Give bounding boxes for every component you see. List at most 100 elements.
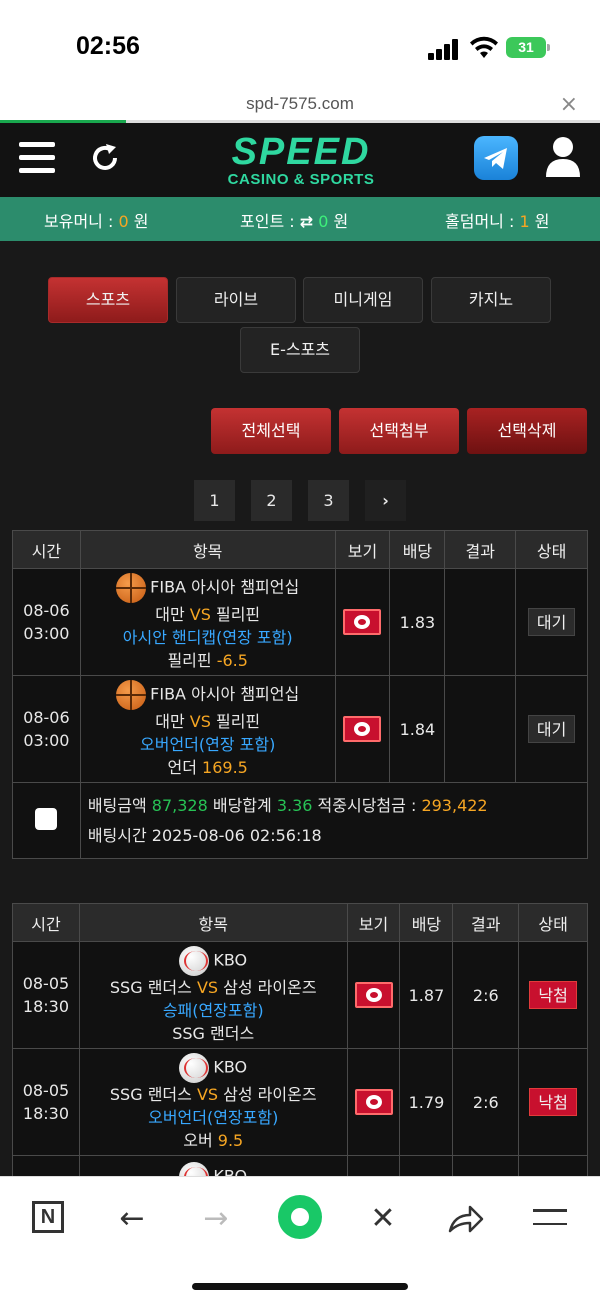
basketball-icon — [116, 679, 147, 710]
bet-summary: 배팅금액 87,328 배당합계 3.36 적중시당첨금 : 293,422 배… — [79, 782, 589, 859]
home-team: SSG 랜더스 — [109, 977, 192, 997]
vs-label: VS — [196, 977, 219, 997]
teams-line: 대만 VS 필리핀 — [81, 710, 335, 733]
summary-row: 배팅금액 87,328 배당합계 3.36 적중시당첨금 : 293,422 배… — [12, 782, 589, 859]
holdem-label: 홀덤머니 : — [445, 212, 520, 231]
odds-value: 1.79 — [399, 1048, 454, 1156]
battery-icon: 31 — [506, 37, 550, 58]
tab-esports[interactable]: E-스포츠 — [240, 327, 360, 373]
url-text[interactable]: spd-7575.com — [0, 94, 600, 114]
view-cell — [334, 568, 391, 676]
share-icon[interactable] — [448, 1203, 484, 1235]
telegram-icon[interactable] — [474, 136, 518, 180]
eye-icon[interactable] — [354, 982, 393, 1008]
match-time: 08-06 03:00 — [12, 568, 81, 676]
match-time: 08-05 18:30 — [12, 941, 80, 1049]
page-3-button[interactable]: 3 — [308, 480, 349, 521]
league-line: FIBA 아시아 챔피언십 — [81, 679, 335, 710]
bet-amount: 87,328 — [151, 796, 208, 815]
pick-name: SSG 랜더스 — [172, 1023, 255, 1043]
select-checkbox[interactable] — [35, 807, 58, 830]
tab-minigame[interactable]: 미니게임 — [303, 277, 423, 323]
tab-sports[interactable]: 스포츠 — [48, 277, 168, 323]
match-date: 08-05 — [22, 974, 70, 993]
home-indicator — [192, 1283, 408, 1290]
col-item: 항목 — [79, 530, 336, 569]
league-line: KBO — [80, 1052, 347, 1083]
forward-arrow-icon[interactable]: → — [196, 1199, 236, 1239]
eye-icon[interactable] — [343, 609, 382, 635]
point-unit: 원 — [328, 212, 349, 231]
away-team: 필리핀 — [215, 604, 261, 624]
amount-label: 배팅금액 — [87, 796, 152, 815]
league-name: FIBA 아시아 챔피언십 — [150, 577, 300, 596]
logo-main-text: SPEED — [231, 131, 371, 173]
select-delete-button[interactable]: 선택삭제 — [467, 408, 587, 454]
tab-live[interactable]: 라이브 — [176, 277, 296, 323]
holding-unit: 원 — [128, 212, 149, 231]
checkbox-cell — [12, 782, 81, 859]
status-badge: 낙첨 — [529, 1088, 577, 1116]
close-icon[interactable]: × — [560, 92, 578, 117]
logo-sub-text: CASINO & SPORTS — [227, 171, 375, 188]
result-value: 2:6 — [452, 941, 520, 1049]
status-cell: 낙첨 — [518, 1048, 588, 1156]
tab-casino[interactable]: 카지노 — [431, 277, 551, 323]
match-date: 08-06 — [23, 601, 70, 620]
away-team: 삼성 라이온즈 — [223, 1084, 317, 1104]
status-time: 02:56 — [76, 32, 140, 60]
view-cell — [346, 941, 401, 1049]
more-menu-icon[interactable] — [533, 1209, 567, 1229]
swap-icon[interactable]: ⇄ — [300, 212, 313, 231]
league-line: KBO — [80, 945, 347, 976]
match-item: FIBA 아시아 챔피언십 대만 VS 필리핀 오버언더(연장 포함) 언더 1… — [79, 675, 336, 783]
result-value: 2:6 — [452, 1048, 520, 1156]
market-name: 아시안 핸디캡(연장 포함) — [122, 627, 293, 647]
status-badge: 대기 — [527, 608, 576, 636]
eye-icon[interactable] — [343, 716, 382, 742]
match-hour: 18:30 — [22, 997, 69, 1016]
teams-line: 대만 VS 필리핀 — [81, 603, 335, 626]
eye-icon[interactable] — [354, 1089, 393, 1115]
browser-toolbar: N ← → ✕ — [0, 1176, 600, 1304]
basketball-icon — [116, 572, 147, 603]
back-arrow-icon[interactable]: ← — [112, 1199, 152, 1239]
total-odds: 3.36 — [276, 796, 313, 815]
refresh-icon[interactable] — [88, 141, 122, 175]
holdem-unit: 원 — [529, 212, 550, 231]
pick-line: 언더 169.5 — [81, 756, 335, 779]
next-page-button[interactable]: › — [365, 480, 406, 521]
browser-url-bar: spd-7575.com × — [0, 88, 600, 122]
pick-value: -6.5 — [216, 650, 248, 670]
site-logo[interactable]: SPEED CASINO & SPORTS — [219, 133, 383, 189]
match-item: KBO SSG 랜더스 VS 삼성 라이온즈 승패(연장포함) SSG 랜더스 — [78, 941, 348, 1049]
holdem-money: 홀덤머니 : 1 원 — [445, 208, 549, 232]
close-tab-icon[interactable]: ✕ — [363, 1199, 403, 1239]
odds-value: 1.87 — [399, 941, 454, 1049]
home-icon[interactable] — [278, 1195, 322, 1239]
naver-n-icon[interactable]: N — [32, 1201, 64, 1233]
league-name: KBO — [213, 950, 248, 969]
vs-label: VS — [189, 604, 211, 624]
status-badge: 대기 — [527, 715, 576, 743]
bet-time-label: 배팅시간 — [87, 826, 152, 845]
hamburger-menu-icon[interactable] — [19, 142, 55, 174]
point-value: 0 — [318, 212, 329, 231]
table-row: 08-05 18:30 KBO SSG 랜더스 VS 삼성 라이온즈 승패(연장포… — [12, 941, 588, 1049]
page-1-button[interactable]: 1 — [194, 480, 235, 521]
select-attach-button[interactable]: 선택첨부 — [339, 408, 459, 454]
pick-name: 오버 — [183, 1130, 213, 1150]
user-icon[interactable] — [544, 135, 582, 179]
select-all-button[interactable]: 전체선택 — [211, 408, 331, 454]
col-item: 항목 — [78, 903, 348, 942]
view-cell — [346, 1048, 401, 1156]
status-cell: 낙첨 — [518, 941, 588, 1049]
vs-label: VS — [189, 711, 211, 731]
teams-line: SSG 랜더스 VS 삼성 라이온즈 — [80, 1083, 347, 1106]
page-2-button[interactable]: 2 — [251, 480, 292, 521]
col-status: 상태 — [518, 903, 588, 942]
odds-value: 1.84 — [389, 675, 446, 783]
away-team: 필리핀 — [215, 711, 261, 731]
table-header-row: 시간 항목 보기 배당 결과 상태 — [12, 530, 588, 569]
bet-slip-1: 시간 항목 보기 배당 결과 상태 08-06 03:00 FIBA 아시아 챔피… — [12, 530, 589, 859]
